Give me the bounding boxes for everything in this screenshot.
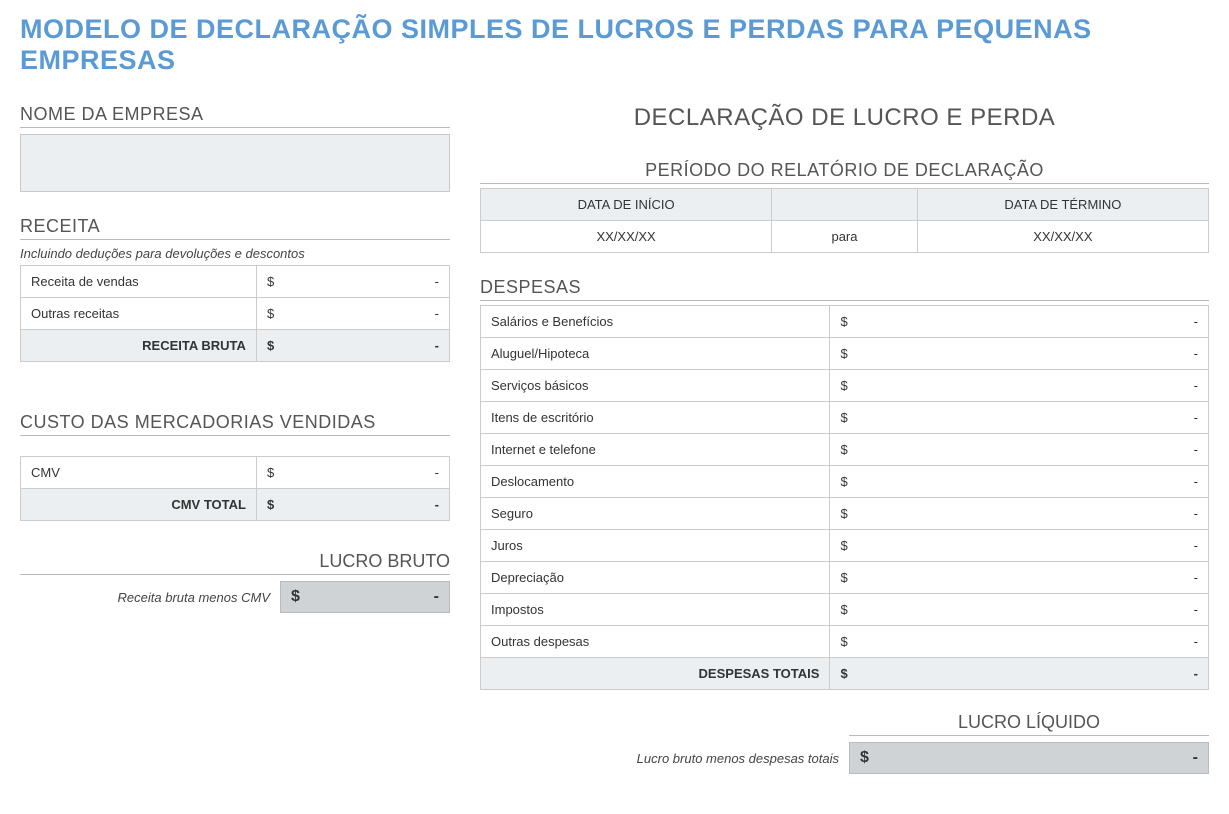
cogs-total-row: CMV TOTAL $ - [21,489,450,521]
revenue-subtitle: Incluindo deduções para devoluções e des… [20,246,450,261]
net-profit-value: - [869,749,1198,767]
row-value[interactable]: - [858,626,1209,658]
row-label: Itens de escritório [481,402,830,434]
row-label: Seguro [481,498,830,530]
table-row: Salários e Benefícios$- [481,306,1209,338]
currency-symbol: $ [830,306,858,338]
currency-symbol: $ [291,588,300,606]
row-label: Juros [481,530,830,562]
currency-symbol: $ [830,370,858,402]
period-end-value[interactable]: XX/XX/XX [917,221,1208,253]
net-profit-title: LUCRO LÍQUIDO [849,712,1209,736]
expenses-table: Salários e Benefícios$-Aluguel/Hipoteca$… [480,305,1209,690]
row-value[interactable]: - [858,402,1209,434]
table-row: Receita de vendas$- [21,266,450,298]
table-row: CMV$- [21,457,450,489]
period-start-value[interactable]: XX/XX/XX [481,221,772,253]
row-value[interactable]: - [858,434,1209,466]
row-value[interactable]: - [858,370,1209,402]
gross-profit-value-box[interactable]: $ - [280,581,450,613]
row-value[interactable]: - [858,562,1209,594]
cogs-total-value[interactable]: - [284,489,449,521]
expenses-total-value[interactable]: - [858,658,1209,690]
currency-symbol: $ [830,626,858,658]
row-label: Aluguel/Hipoteca [481,338,830,370]
currency-symbol: $ [830,338,858,370]
expenses-total-row: DESPESAS TOTAIS $ - [481,658,1209,690]
row-value[interactable]: - [858,498,1209,530]
currency-symbol: $ [830,658,858,690]
row-label: Depreciação [481,562,830,594]
row-label: Internet e telefone [481,434,830,466]
row-label: Salários e Benefícios [481,306,830,338]
period-separator-header [772,189,918,221]
row-label: CMV [21,457,257,489]
table-row: Impostos$- [481,594,1209,626]
company-label: NOME DA EMPRESA [20,104,450,128]
currency-symbol: $ [256,457,284,489]
gross-profit-value: - [300,588,439,606]
row-value[interactable]: - [284,266,449,298]
row-label: Receita de vendas [21,266,257,298]
currency-symbol: $ [256,489,284,521]
company-name-input[interactable] [20,134,450,192]
period-label: PERÍODO DO RELATÓRIO DE DECLARAÇÃO [480,160,1209,184]
period-start-label: DATA DE INÍCIO [481,189,772,221]
table-row: Aluguel/Hipoteca$- [481,338,1209,370]
cogs-table: CMV$- CMV TOTAL $ - [20,456,450,521]
revenue-total-row: RECEITA BRUTA $ - [21,330,450,362]
currency-symbol: $ [830,466,858,498]
expenses-title: DESPESAS [480,277,1209,301]
row-value[interactable]: - [858,306,1209,338]
expenses-total-label: DESPESAS TOTAIS [481,658,830,690]
row-value[interactable]: - [858,594,1209,626]
cogs-total-label: CMV TOTAL [21,489,257,521]
row-label: Outras despesas [481,626,830,658]
currency-symbol: $ [860,749,869,767]
currency-symbol: $ [256,266,284,298]
table-row: Depreciação$- [481,562,1209,594]
table-row: Seguro$- [481,498,1209,530]
row-value[interactable]: - [284,457,449,489]
revenue-total-value[interactable]: - [284,330,449,362]
currency-symbol: $ [256,330,284,362]
currency-symbol: $ [830,434,858,466]
gross-profit-desc: Receita bruta menos CMV [20,590,270,605]
main-title: MODELO DE DECLARAÇÃO SIMPLES DE LUCROS E… [20,14,1209,76]
row-value[interactable]: - [284,298,449,330]
table-row: Itens de escritório$- [481,402,1209,434]
period-separator: para [772,221,918,253]
net-profit-desc: Lucro bruto menos despesas totais [637,751,839,766]
currency-symbol: $ [830,594,858,626]
row-value[interactable]: - [858,530,1209,562]
period-end-label: DATA DE TÉRMINO [917,189,1208,221]
row-value[interactable]: - [858,466,1209,498]
revenue-table: Receita de vendas$-Outras receitas$- REC… [20,265,450,362]
revenue-title: RECEITA [20,216,450,240]
revenue-total-label: RECEITA BRUTA [21,330,257,362]
cogs-title: CUSTO DAS MERCADORIAS VENDIDAS [20,412,450,436]
row-label: Outras receitas [21,298,257,330]
table-row: Outras despesas$- [481,626,1209,658]
currency-symbol: $ [256,298,284,330]
table-row: Deslocamento$- [481,466,1209,498]
table-row: Juros$- [481,530,1209,562]
currency-symbol: $ [830,530,858,562]
table-row: Internet e telefone$- [481,434,1209,466]
row-label: Serviços básicos [481,370,830,402]
net-profit-value-box[interactable]: $ - [849,742,1209,774]
row-label: Impostos [481,594,830,626]
currency-symbol: $ [830,402,858,434]
period-table: DATA DE INÍCIO DATA DE TÉRMINO XX/XX/XX … [480,188,1209,253]
gross-profit-title: LUCRO BRUTO [20,551,450,575]
currency-symbol: $ [830,498,858,530]
row-value[interactable]: - [858,338,1209,370]
table-row: Serviços básicos$- [481,370,1209,402]
row-label: Deslocamento [481,466,830,498]
currency-symbol: $ [830,562,858,594]
table-row: Outras receitas$- [21,298,450,330]
document-title: DECLARAÇÃO DE LUCRO E PERDA [480,104,1209,132]
